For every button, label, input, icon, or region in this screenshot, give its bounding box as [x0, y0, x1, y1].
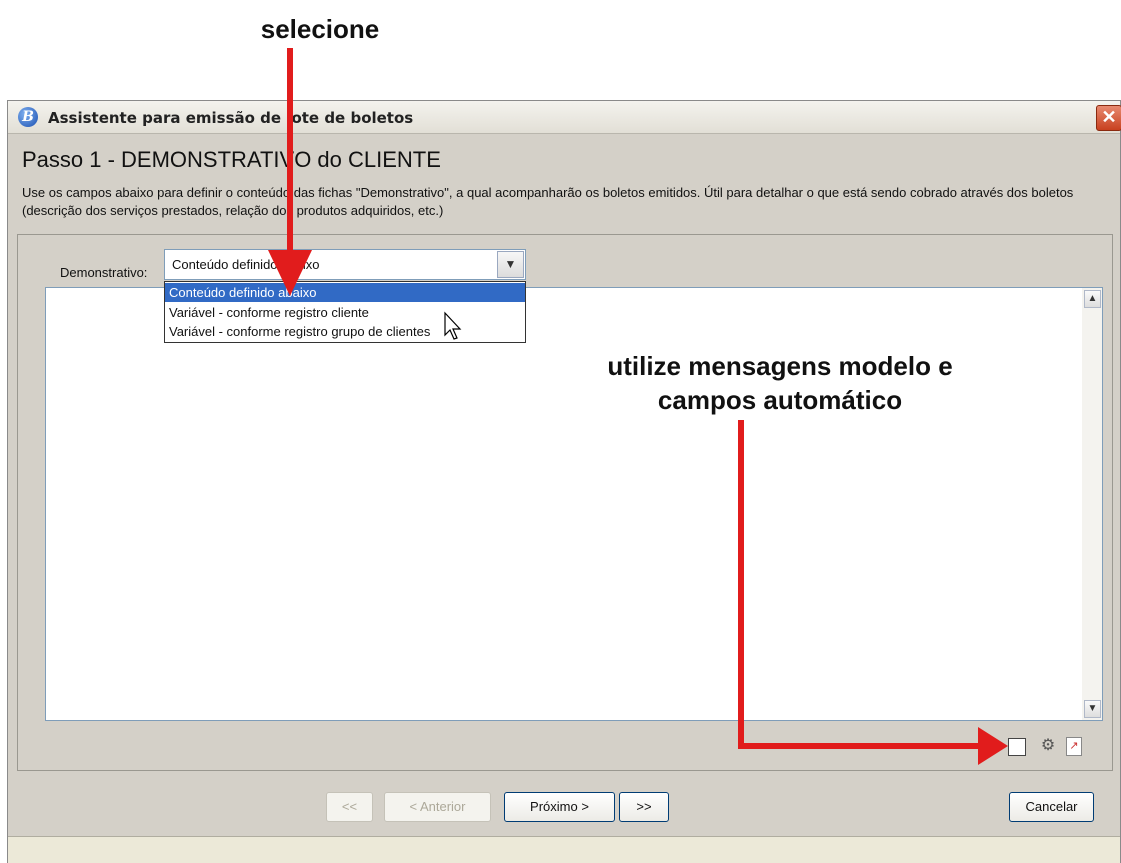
annotation-arrows	[268, 48, 1008, 765]
select-arrow-head	[268, 250, 312, 296]
tools-arrow-head	[978, 727, 1008, 765]
tools-arrow-shaft	[738, 420, 982, 749]
